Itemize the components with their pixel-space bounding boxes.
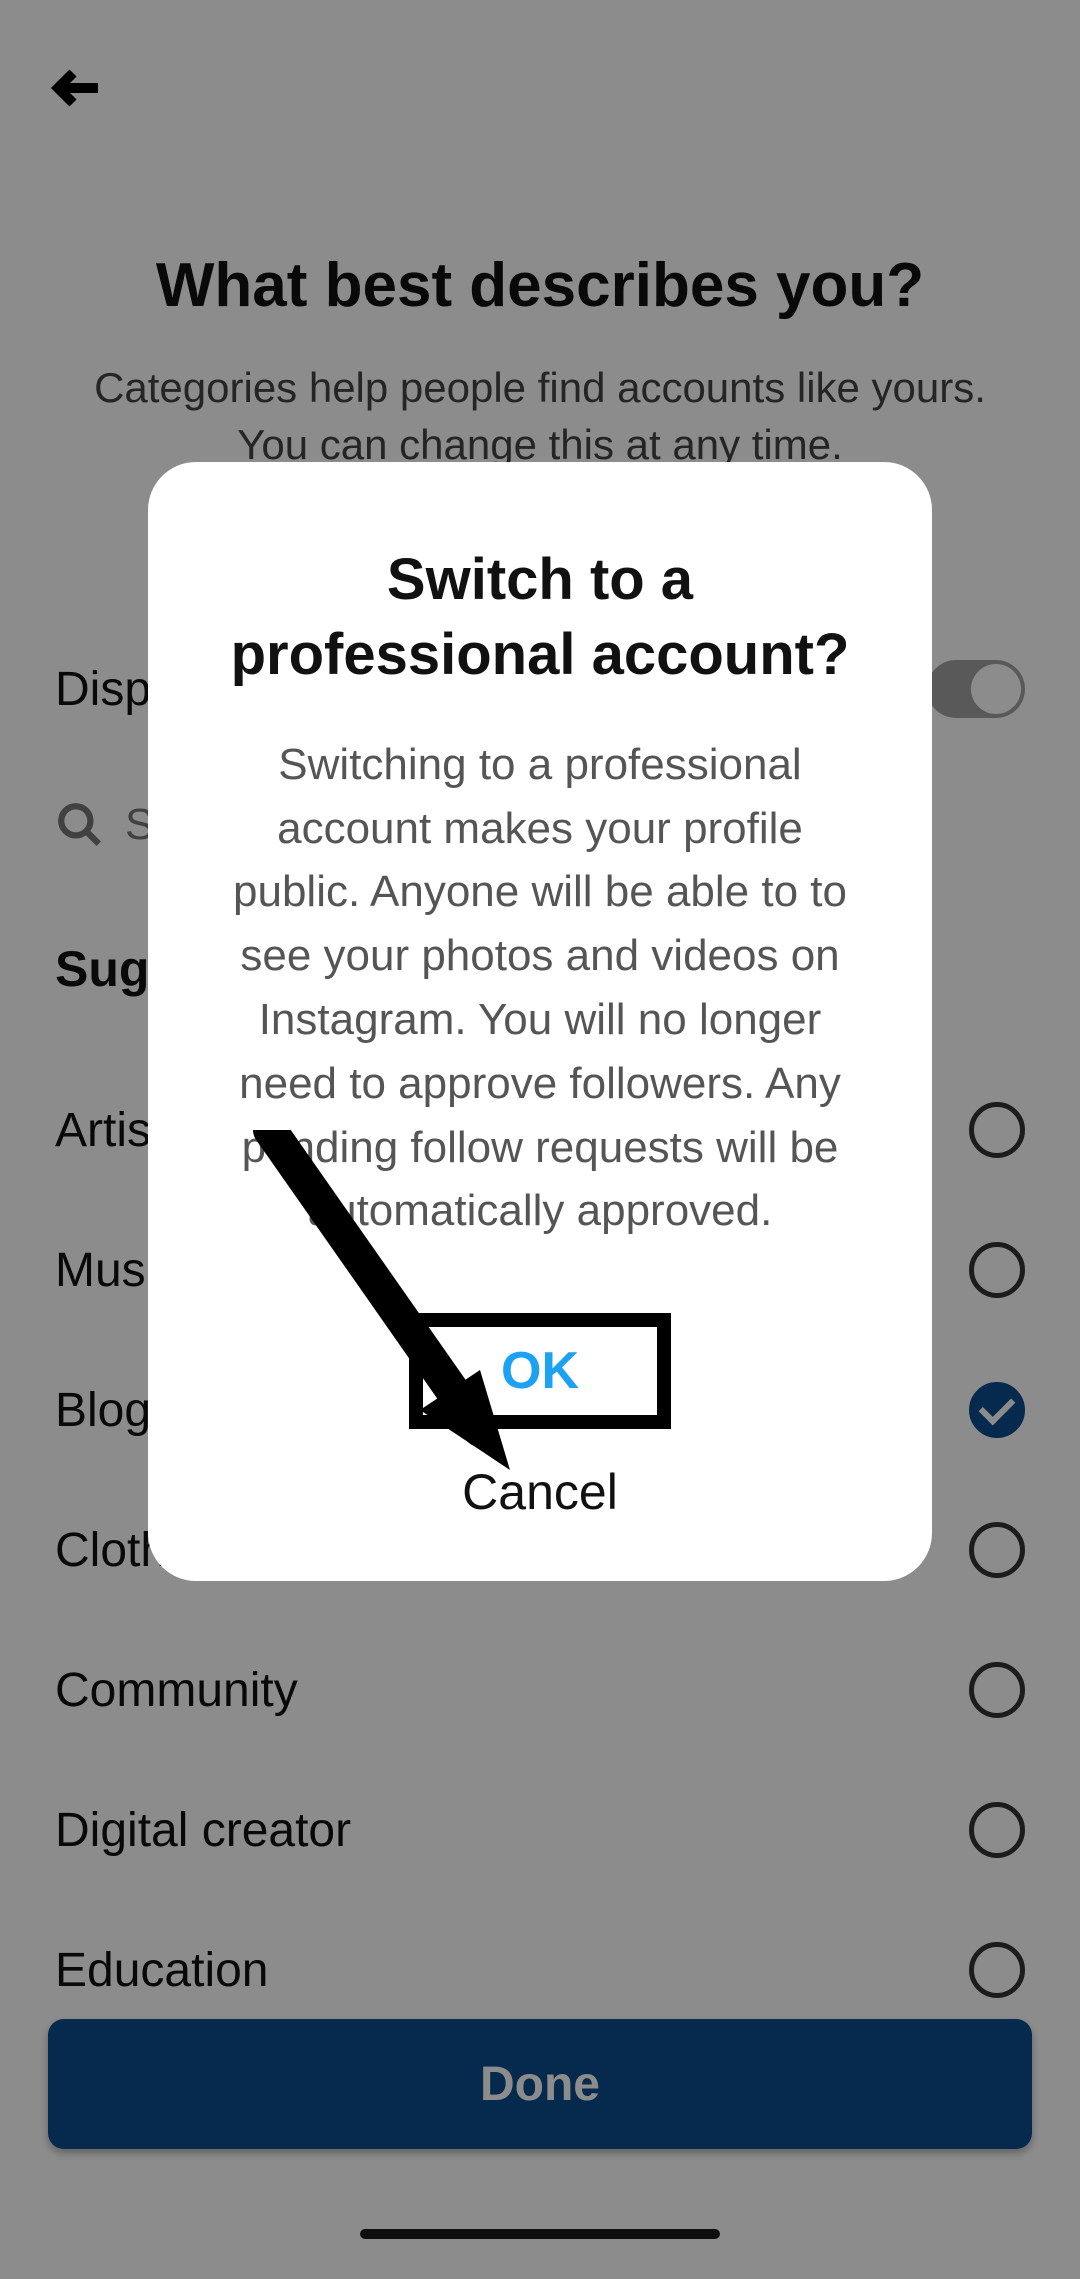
category-selection-screen: What best describes you? Categories help… [0,0,1080,2279]
dialog-title: Switch to a professional account? [208,542,872,693]
cancel-button[interactable]: Cancel [208,1463,872,1521]
switch-professional-dialog: Switch to a professional account? Switch… [148,462,932,1581]
ok-button-highlight: OK [409,1313,671,1429]
ok-button[interactable]: OK [501,1341,579,1401]
dialog-body: Switching to a professional account make… [208,733,872,1243]
